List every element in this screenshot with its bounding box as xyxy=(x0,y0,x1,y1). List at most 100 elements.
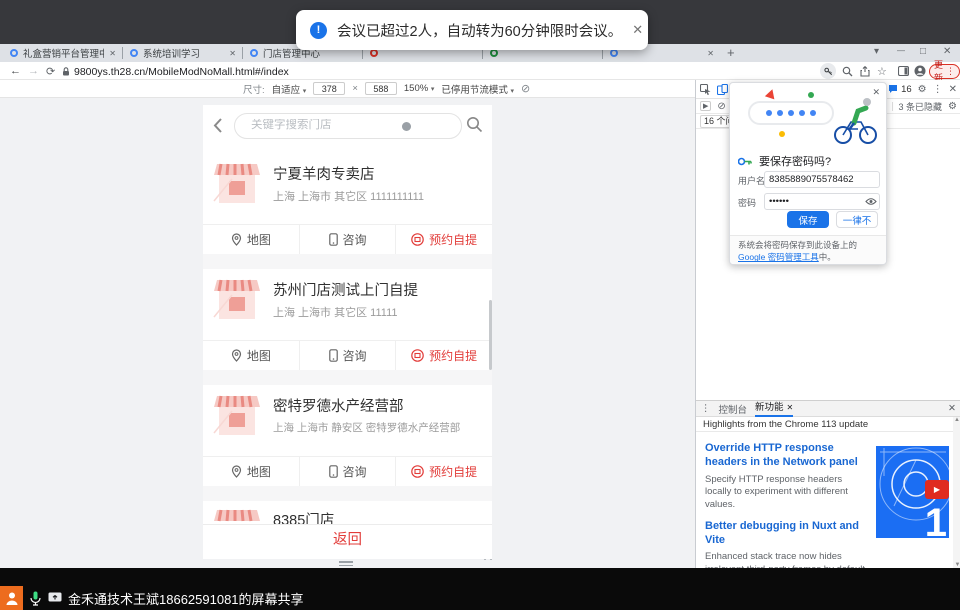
device-mode-icon[interactable] xyxy=(717,84,728,95)
drawer-tab-whatsnew[interactable]: 新功能 ✕ xyxy=(755,401,793,417)
console-settings-icon[interactable]: ⚙ xyxy=(948,101,957,112)
password-field[interactable] xyxy=(764,193,880,210)
show-password-eye-icon[interactable] xyxy=(865,197,877,206)
tab-close-icon[interactable]: ✕ xyxy=(109,49,116,58)
chrome-update-button[interactable]: 更新 ⋮ xyxy=(929,64,960,79)
store-actions: 地图 咨询 预约自提 xyxy=(203,456,492,486)
address-bar[interactable]: 9800ys.th28.cn/MobileModNoMall.html#/ind… xyxy=(74,66,289,78)
tab-training[interactable]: 系统培训学习 ✕ xyxy=(124,44,242,62)
whatsnew-desc: Specify HTTP response headers locally to… xyxy=(705,474,871,512)
back-button[interactable]: 返回 xyxy=(333,532,362,548)
profile-avatar-icon[interactable] xyxy=(914,65,926,77)
viewport-drag-handle[interactable] xyxy=(339,561,353,568)
whatsnew-link[interactable]: Override HTTP response headers in the Ne… xyxy=(705,442,871,470)
hidden-messages-label[interactable]: 3 条已隐藏 xyxy=(899,100,943,113)
consult-button[interactable]: 咨询 xyxy=(299,341,396,370)
drawer-more-icon[interactable]: ⋮ xyxy=(701,403,711,414)
consult-button[interactable]: 咨询 xyxy=(299,457,396,486)
video-play-button[interactable]: ▶ xyxy=(925,480,949,499)
clear-console-icon[interactable]: ⊘ xyxy=(717,101,725,112)
tab-close-icon[interactable]: ✕ xyxy=(707,49,714,58)
whatsnew-tab-close-icon[interactable]: ✕ xyxy=(787,400,794,415)
pickup-button[interactable]: 预约自提 xyxy=(395,457,492,486)
share-status-chip: 金禾通技术王斌18662591081的屏幕共享 xyxy=(0,586,304,610)
store-address: 上海 上海市 其它区 11111 xyxy=(273,304,398,320)
back-chevron-icon[interactable] xyxy=(213,118,223,133)
back-bar[interactable]: 返回 xyxy=(203,524,492,559)
never-save-button[interactable]: 一律不 xyxy=(836,211,878,228)
pickup-label: 预约自提 xyxy=(429,231,477,248)
password-bubble xyxy=(748,101,834,125)
pickup-button[interactable]: 预约自提 xyxy=(395,341,492,370)
chrome-113-banner: 1 ▶ xyxy=(876,446,949,538)
toast-close-icon[interactable]: ✕ xyxy=(632,22,643,38)
store-card[interactable]: 密特罗德水产经营部 上海 上海市 静安区 密特罗德水产经营部 地图 咨询 预约自… xyxy=(203,385,492,486)
decor-yellow-dot xyxy=(779,131,785,137)
password-manager-link[interactable]: Google 密码管理工具 xyxy=(738,252,819,262)
store-name: 苏州门店测试上门自提 xyxy=(273,279,418,300)
zoom-select[interactable]: 150% ▾ xyxy=(404,83,434,94)
password-key-icon[interactable] xyxy=(820,63,836,79)
scroll-up-icon[interactable]: ▲ xyxy=(954,417,960,423)
devtools-drawer: ⋮ 控制台 新功能 ✕ ✕ Highlights from the Chrome… xyxy=(696,400,960,568)
window-minimize-button[interactable]: — xyxy=(897,46,905,55)
phone-icon xyxy=(329,465,338,478)
store-actions: 地图 咨询 预约自提 xyxy=(203,224,492,254)
map-label: 地图 xyxy=(247,347,271,364)
screen-share-bar: 金禾通技术王斌18662591081的屏幕共享 xyxy=(0,568,960,610)
save-password-button[interactable]: 保存 xyxy=(787,211,829,228)
map-pin-icon xyxy=(231,233,242,246)
devtools-more-icon[interactable]: ⋮ xyxy=(933,84,943,95)
page-content-area: 宁夏羊肉专卖店 上海 上海市 其它区 1111111111 地图 咨询 预约自提 xyxy=(0,98,695,568)
tab-gift-platform[interactable]: 礼盒营销平台管理中心 ✕ xyxy=(4,44,122,62)
viewport-width-input[interactable] xyxy=(313,82,345,95)
pickup-label: 预约自提 xyxy=(429,347,477,364)
mobile-viewport: 宁夏羊肉专卖店 上海 上海市 其它区 1111111111 地图 咨询 预约自提 xyxy=(203,105,492,559)
whatsnew-header: Highlights from the Chrome 113 update xyxy=(696,417,960,432)
whatsnew-link[interactable]: Better debugging in Nuxt and Vite xyxy=(705,520,871,548)
new-tab-button[interactable]: + xyxy=(727,45,735,60)
console-sidebar-icon[interactable]: ▶ xyxy=(700,101,711,111)
save-password-dialog: ✕ 要保存密码吗? xyxy=(729,82,887,265)
whatsnew-scrollbar[interactable]: ▲ ▼ xyxy=(953,417,960,569)
throttle-select[interactable]: 已停用节流模式 ▾ xyxy=(441,82,514,96)
toast-message: 会议已超过2人，自动转为60分钟限时会议。 xyxy=(337,20,622,41)
zoom-icon[interactable] xyxy=(842,66,853,77)
tab-favicon xyxy=(130,49,138,57)
console-messages-badge[interactable]: 16 xyxy=(888,84,912,95)
bookmark-star-icon[interactable]: ☆ xyxy=(877,65,887,78)
viewport-height-input[interactable] xyxy=(365,82,397,95)
devtools-settings-icon[interactable]: ⚙ xyxy=(918,84,927,95)
pickup-button[interactable]: 预约自提 xyxy=(395,225,492,254)
forward-icon[interactable]: → xyxy=(28,65,39,77)
map-button[interactable]: 地图 xyxy=(203,457,299,486)
window-close-button[interactable]: ✕ xyxy=(943,46,951,57)
consult-button[interactable]: 咨询 xyxy=(299,225,396,254)
window-maximize-button[interactable]: □ xyxy=(920,46,926,57)
username-field[interactable] xyxy=(764,171,880,188)
store-card[interactable]: 宁夏羊肉专卖店 上海 上海市 其它区 1111111111 地图 咨询 预约自提 xyxy=(203,153,492,254)
share-icon[interactable] xyxy=(860,66,870,77)
store-card[interactable]: 苏州门店测试上门自提 上海 上海市 其它区 11111 地图 咨询 预约自提 xyxy=(203,269,492,370)
microphone-icon[interactable] xyxy=(30,591,41,606)
viewport-scrollbar[interactable] xyxy=(489,300,492,370)
update-dots-icon: ⋮ xyxy=(946,66,955,77)
chrome-version-number: 1 xyxy=(925,501,947,538)
devtools-close-icon[interactable]: ✕ xyxy=(949,84,957,95)
side-panel-icon[interactable] xyxy=(898,66,909,76)
device-mode-select[interactable]: 自适应 ▾ xyxy=(272,82,307,96)
desktop: 礼盒营销平台管理中心 ✕ 系统培训学习 ✕ 门店管理中心 ✕ + ▾ xyxy=(0,0,960,610)
pickup-icon xyxy=(411,465,424,478)
drawer-close-icon[interactable]: ✕ xyxy=(948,403,956,414)
reload-icon[interactable]: ⟳ xyxy=(46,65,55,78)
search-input[interactable] xyxy=(251,119,401,131)
drawer-tab-console[interactable]: 控制台 xyxy=(719,402,748,416)
inspect-element-icon[interactable] xyxy=(700,84,711,95)
map-button[interactable]: 地图 xyxy=(203,341,299,370)
map-button[interactable]: 地图 xyxy=(203,225,299,254)
search-icon[interactable] xyxy=(466,116,483,133)
back-icon[interactable]: ← xyxy=(10,65,21,77)
store-search-field[interactable] xyxy=(234,113,462,139)
tab-close-icon[interactable]: ✕ xyxy=(229,49,236,58)
browser-menu-caret-icon[interactable]: ▾ xyxy=(874,46,879,57)
